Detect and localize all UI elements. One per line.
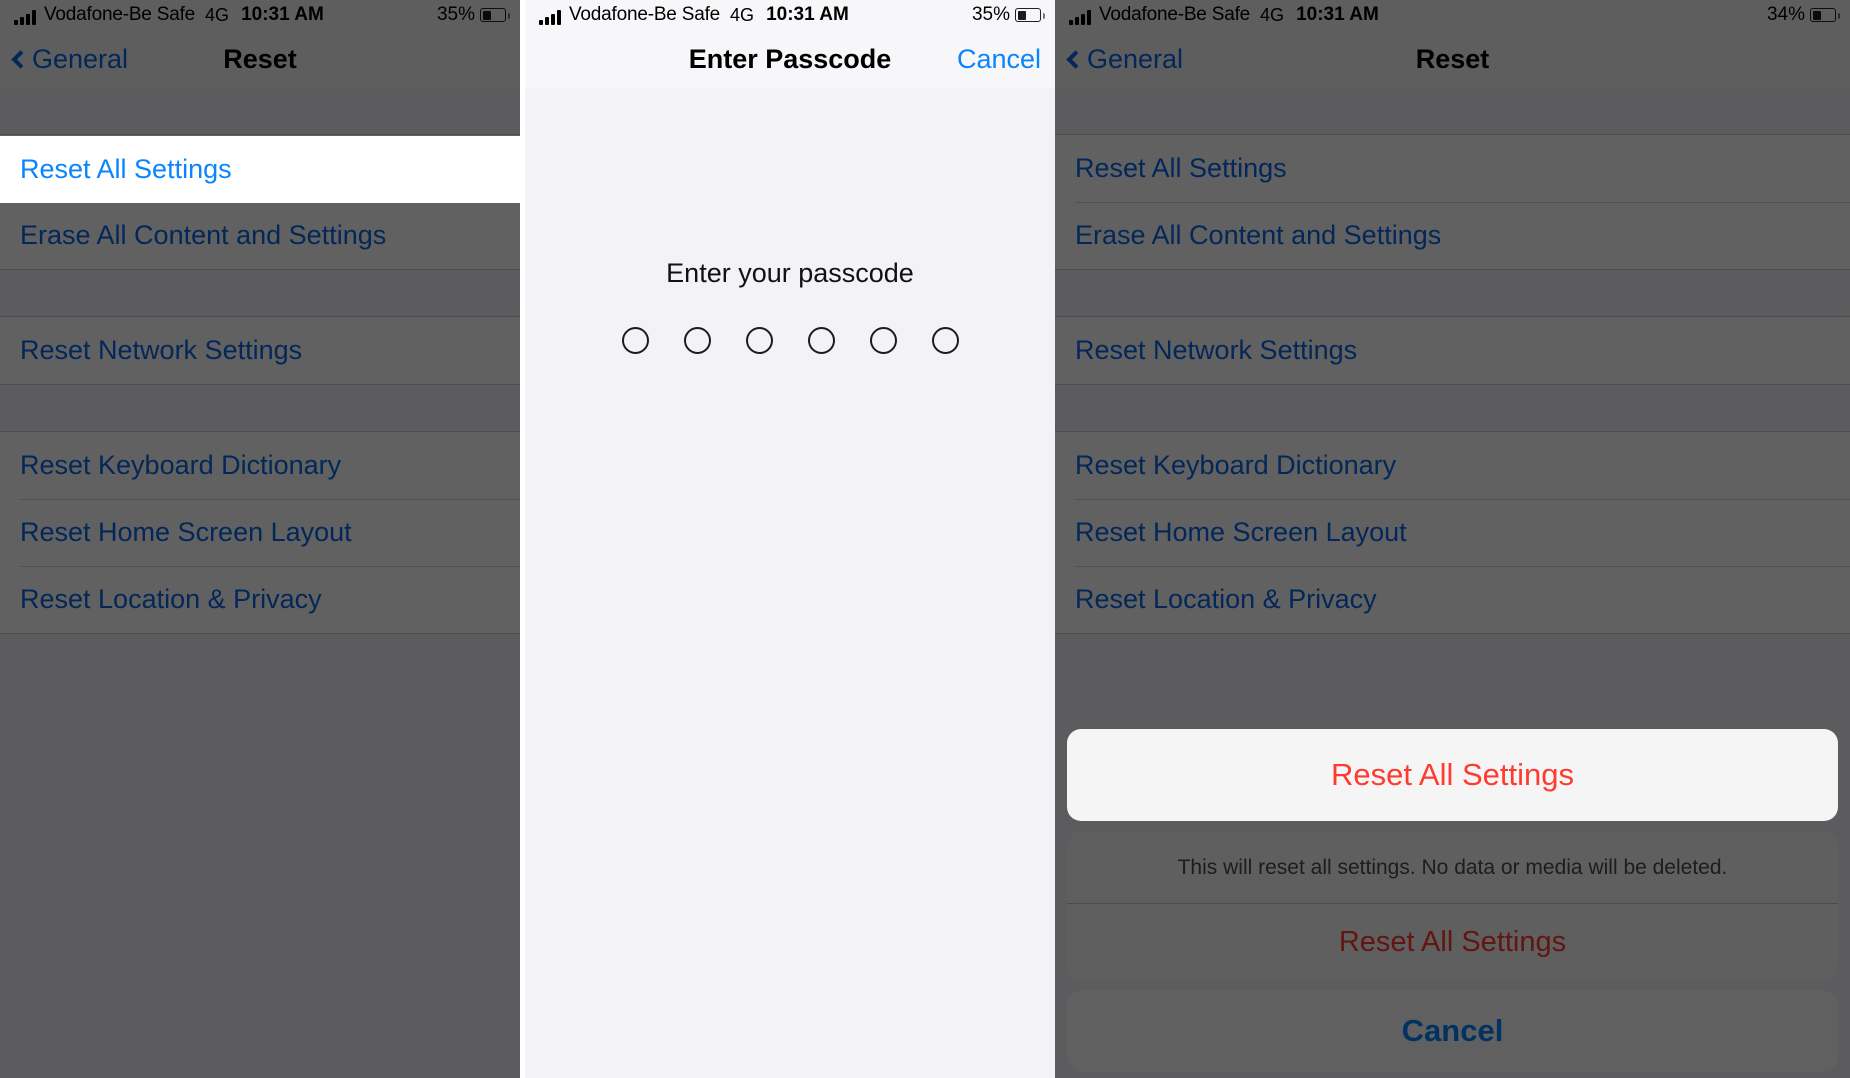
network-type-label: 4G [1260,5,1285,25]
clock-label: 10:31 AM [241,4,324,25]
navigation-bar: General Reset [0,30,520,88]
passcode-dot-3 [745,327,773,354]
navigation-bar: Enter Passcode Cancel [525,30,1055,88]
list-item-reset-keyboard-dictionary[interactable]: Reset Keyboard Dictionary [1055,432,1850,499]
network-type-label: 4G [730,5,755,25]
list-item-reset-keyboard-dictionary[interactable]: Reset Keyboard Dictionary [0,432,520,499]
battery-percent-label: 35% [436,4,475,25]
clock-label: 10:31 AM [1296,4,1379,25]
signal-strength-icon [14,10,36,25]
highlighted-action-sheet-reset-all-settings-button[interactable]: Reset All Settings [1067,729,1838,821]
list-item-reset-home-screen-layout[interactable]: Reset Home Screen Layout [1055,499,1850,566]
list-top-spacer [0,88,520,134]
list-item-reset-location-privacy[interactable]: Reset Location & Privacy [1055,566,1850,633]
list-group-3: Reset Keyboard Dictionary Reset Home Scr… [1055,431,1850,634]
list-gap-1 [1055,270,1850,316]
list-item-reset-location-privacy[interactable]: Reset Location & Privacy [0,566,520,633]
back-button-label: General [32,43,129,74]
signal-strength-icon [539,10,561,25]
carrier-label: Vodafone-Be Safe [1099,4,1251,25]
passcode-dot-4 [807,327,835,354]
navigation-bar: General Reset [1055,30,1850,88]
phone-screen-enter-passcode: Vodafone-Be Safe 4G 10:31 AM 35% Enter P… [525,0,1055,1078]
list-group-2: Reset Network Settings [0,316,520,385]
action-sheet: This will reset all settings. No data or… [1067,831,1838,1072]
passcode-dots[interactable] [621,327,959,354]
status-bar-left: Vodafone-Be Safe 4G 10:31 AM [14,5,324,25]
cancel-button[interactable]: Cancel [957,44,1041,75]
status-bar: Vodafone-Be Safe 4G 10:31 AM 35% [0,0,520,30]
list-item-erase-all-content[interactable]: Erase All Content and Settings [0,202,520,269]
phone-screen-reset-list: Vodafone-Be Safe 4G 10:31 AM 35% General… [0,0,520,1078]
list-item-reset-all-settings[interactable]: Reset All Settings [1055,135,1850,202]
phone-screen-reset-confirm: Vodafone-Be Safe 4G 10:31 AM 34% General… [1055,0,1850,1078]
list-gap-2 [1055,385,1850,431]
list-gap-2 [0,385,520,431]
highlighted-list-item-reset-all-settings[interactable]: Reset All Settings [0,136,520,203]
battery-percent-label: 34% [1766,4,1805,25]
settings-list: Reset All Settings Erase All Content and… [1055,88,1850,634]
clock-label: 10:31 AM [766,4,849,25]
chevron-left-icon [1066,49,1085,69]
action-sheet-reset-all-settings-button[interactable]: Reset All Settings [1067,904,1838,980]
list-item-reset-home-screen-layout[interactable]: Reset Home Screen Layout [0,499,520,566]
signal-strength-icon [1069,10,1091,25]
carrier-label: Vodafone-Be Safe [44,4,196,25]
status-bar: Vodafone-Be Safe 4G 10:31 AM 35% [525,0,1055,30]
passcode-prompt-label: Enter your passcode [666,258,914,288]
passcode-dot-1 [621,327,649,354]
status-bar-right: 35% [436,4,510,26]
status-bar-left: Vodafone-Be Safe 4G 10:31 AM [1069,5,1379,25]
action-sheet-message: This will reset all settings. No data or… [1067,831,1838,904]
back-button-general[interactable]: General [11,43,129,75]
list-gap-1 [0,270,520,316]
network-type-label: 4G [205,5,230,25]
list-item-erase-all-content[interactable]: Erase All Content and Settings [1055,202,1850,269]
chevron-left-icon [11,49,30,69]
status-bar-right: 34% [1766,4,1840,26]
action-sheet-cancel-button[interactable]: Cancel [1067,990,1838,1072]
battery-percent-label: 35% [971,4,1010,25]
list-item-reset-network-settings[interactable]: Reset Network Settings [0,317,520,384]
list-item-reset-network-settings[interactable]: Reset Network Settings [1055,317,1850,384]
status-bar-right: 35% [971,4,1045,26]
back-button-general[interactable]: General [1066,43,1184,75]
battery-icon [480,8,510,22]
passcode-dot-5 [869,327,897,354]
battery-icon [1810,8,1840,22]
back-button-label: General [1087,43,1184,74]
list-group-1: Reset All Settings Erase All Content and… [1055,134,1850,270]
battery-icon [1015,8,1045,22]
passcode-entry-area: Enter your passcode [525,88,1055,1078]
status-bar-left: Vodafone-Be Safe 4G 10:31 AM [539,5,849,25]
action-sheet-main-group: This will reset all settings. No data or… [1067,831,1838,980]
status-bar: Vodafone-Be Safe 4G 10:31 AM 34% [1055,0,1850,30]
passcode-dot-2 [683,327,711,354]
carrier-label: Vodafone-Be Safe [569,4,721,25]
list-top-spacer [1055,88,1850,134]
passcode-dot-6 [931,327,959,354]
list-group-3: Reset Keyboard Dictionary Reset Home Scr… [0,431,520,634]
screenshot-root: Vodafone-Be Safe 4G 10:31 AM 35% General… [0,0,1850,1078]
list-group-2: Reset Network Settings [1055,316,1850,385]
